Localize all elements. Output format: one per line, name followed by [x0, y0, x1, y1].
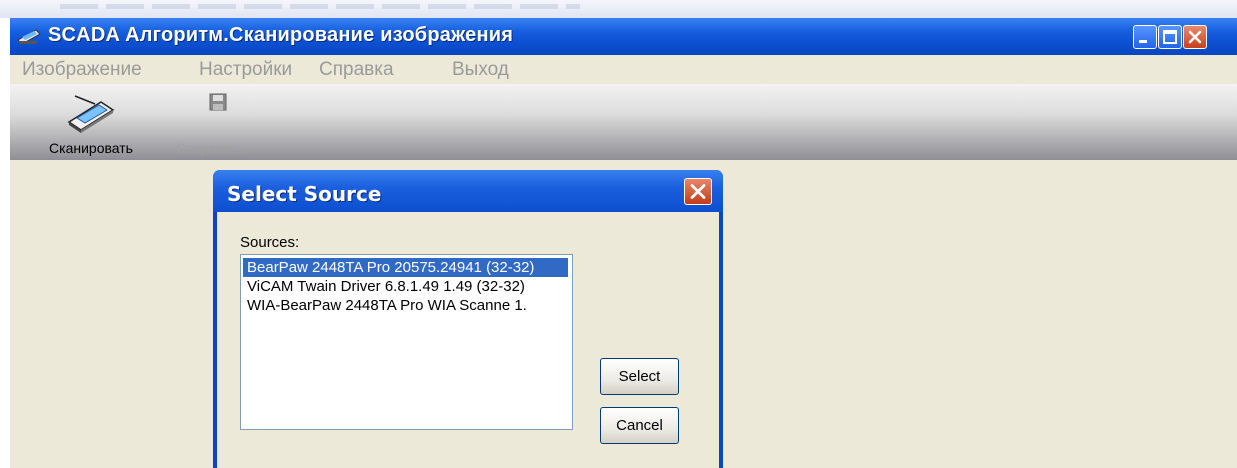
- list-item-bearpaw-twain[interactable]: BearPaw 2448TA Pro 20575.24941 (32-32): [243, 258, 568, 277]
- dialog-title: Select Source: [227, 182, 382, 206]
- maximize-icon: [1163, 30, 1177, 44]
- select-button[interactable]: Select: [600, 358, 679, 395]
- scanner-icon: [65, 92, 117, 139]
- minimize-button[interactable]: [1133, 25, 1157, 49]
- floppy-disk-icon: [208, 92, 228, 117]
- menu-help[interactable]: Справка: [319, 59, 394, 81]
- minimize-icon: [1139, 40, 1147, 43]
- close-icon: [690, 184, 706, 199]
- toolbar: Сканировать Сохранить: [10, 84, 1237, 160]
- dialog-body: Sources: BearPaw 2448TA Pro 20575.24941 …: [217, 212, 719, 468]
- maximize-button[interactable]: [1158, 25, 1182, 49]
- window-titlebar[interactable]: SCADA Алгоритм.Сканирование изображения: [10, 18, 1237, 55]
- menu-settings[interactable]: Настройки: [199, 59, 292, 81]
- sources-listbox[interactable]: BearPaw 2448TA Pro 20575.24941 (32-32) V…: [240, 254, 573, 430]
- list-item-vicam-twain[interactable]: ViCAM Twain Driver 6.8.1.49 1.49 (32-32): [243, 277, 529, 296]
- scan-button-label: Сканировать: [49, 140, 133, 156]
- app-scanner-icon: [16, 26, 42, 46]
- menu-bar: Изображение Настройки Справка Выход: [10, 55, 1237, 84]
- close-window-button[interactable]: [1183, 25, 1207, 49]
- list-item-wia-bearpaw[interactable]: WIA-BearPaw 2448TA Pro WIA Scanne 1.: [243, 296, 531, 315]
- close-icon: [1188, 30, 1202, 44]
- background-window-strip: [0, 0, 1237, 18]
- background-window-title-ghost: [60, 4, 580, 9]
- menu-image[interactable]: Изображение: [22, 59, 142, 81]
- cancel-button[interactable]: Cancel: [600, 407, 679, 444]
- menu-exit[interactable]: Выход: [452, 59, 509, 81]
- save-button-label: Сохранить: [176, 140, 246, 156]
- dialog-close-button[interactable]: [684, 178, 712, 205]
- save-button[interactable]: Сохранить: [168, 88, 268, 158]
- scan-button[interactable]: Сканировать: [26, 88, 156, 158]
- dialog-titlebar[interactable]: Select Source: [213, 170, 723, 212]
- select-source-dialog: Select Source Sources: BearPaw 2448TA Pr…: [213, 170, 723, 468]
- sources-label: Sources:: [240, 234, 300, 251]
- window-title: SCADA Алгоритм.Сканирование изображения: [48, 24, 514, 46]
